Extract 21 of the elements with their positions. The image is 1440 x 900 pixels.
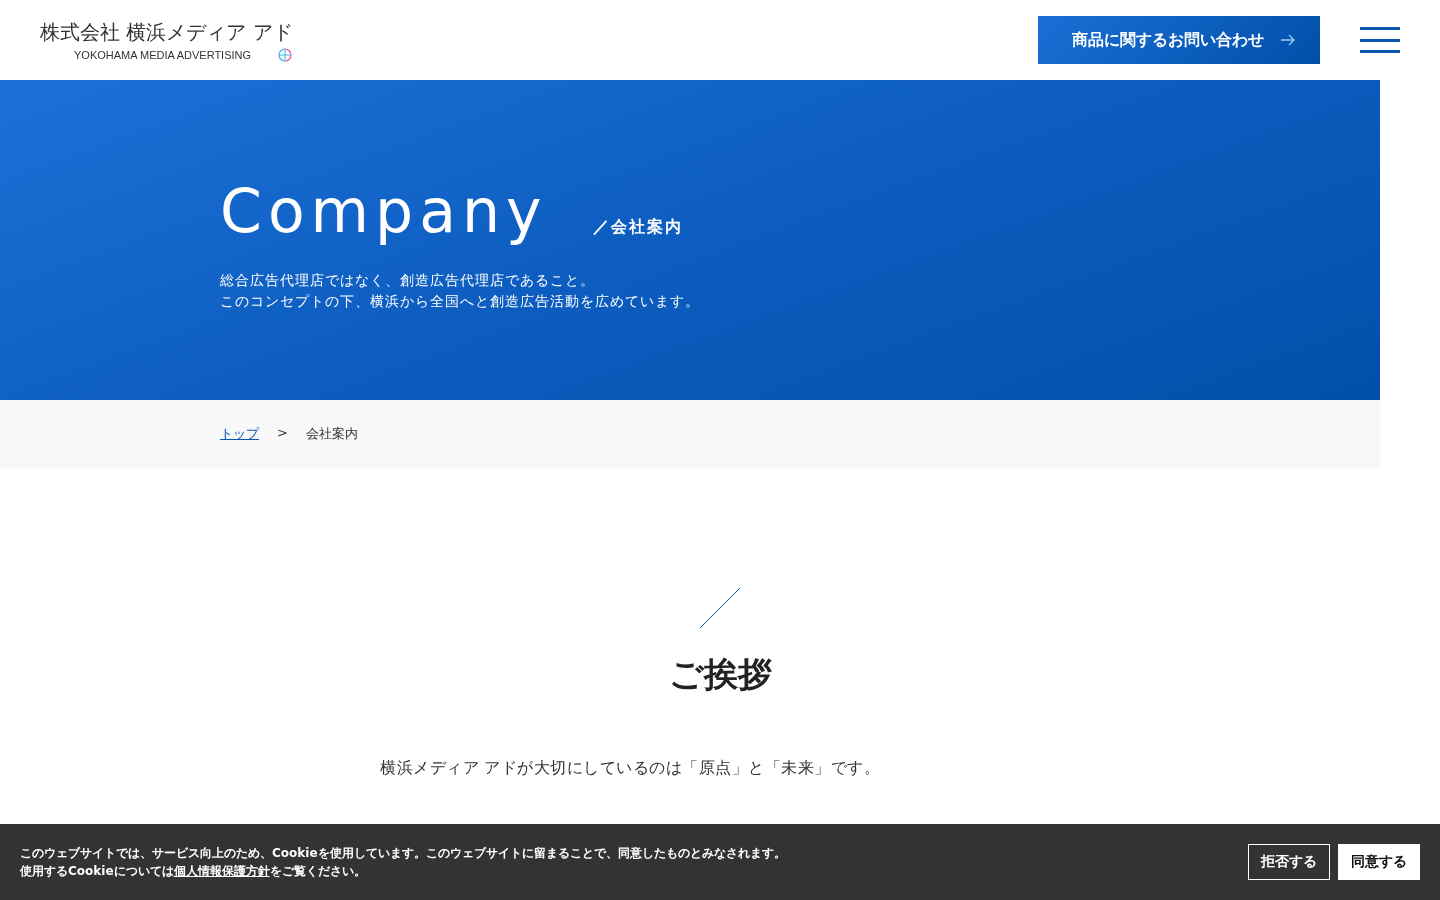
accept-button[interactable]: 同意する <box>1338 844 1420 880</box>
page-title: Company <box>220 176 548 246</box>
arrow-icon <box>1280 34 1296 46</box>
lead-text: このコンセプトの下、横浜から全国へと創造広告活動を広めています。 <box>220 292 701 311</box>
menu-icon[interactable] <box>1360 27 1400 53</box>
paragraph: 横浜メディア アドが大切にしているのは「原点」と「未来」です。 <box>380 758 882 779</box>
reject-button[interactable]: 拒否する <box>1248 844 1330 880</box>
privacy-policy-link[interactable]: 個人情報保護方針 <box>173 864 270 878</box>
contact-button[interactable]: 商品に関するお問い合わせ <box>1038 16 1320 64</box>
cookie-notice: このウェブサイトでは、サービス向上のため、Cookieを使用しています。このウェブサイトに留まることで、同意したものとみなされます。 <box>20 845 786 862</box>
logo-mark-icon <box>277 47 294 62</box>
breadcrumb-separator: > <box>277 425 288 442</box>
breadcrumb-current: 会社案内 <box>305 425 358 443</box>
section-heading: ご挨拶 <box>668 653 772 696</box>
company-subtitle: YOKOHAMA MEDIA ADVERTISING <box>74 48 252 61</box>
slash-mark <box>700 588 740 628</box>
page-subtitle: ／会社案内 <box>593 217 684 238</box>
company-name[interactable]: 株式会社 横浜メディア アド <box>40 18 294 46</box>
cookie-notice: 使用するCookieについては個人情報保護方針をご覧ください。 <box>20 863 367 880</box>
breadcrumb-link[interactable]: トップ <box>220 425 259 443</box>
lead-text: 総合広告代理店ではなく、創造広告代理店であること。 <box>220 271 596 290</box>
